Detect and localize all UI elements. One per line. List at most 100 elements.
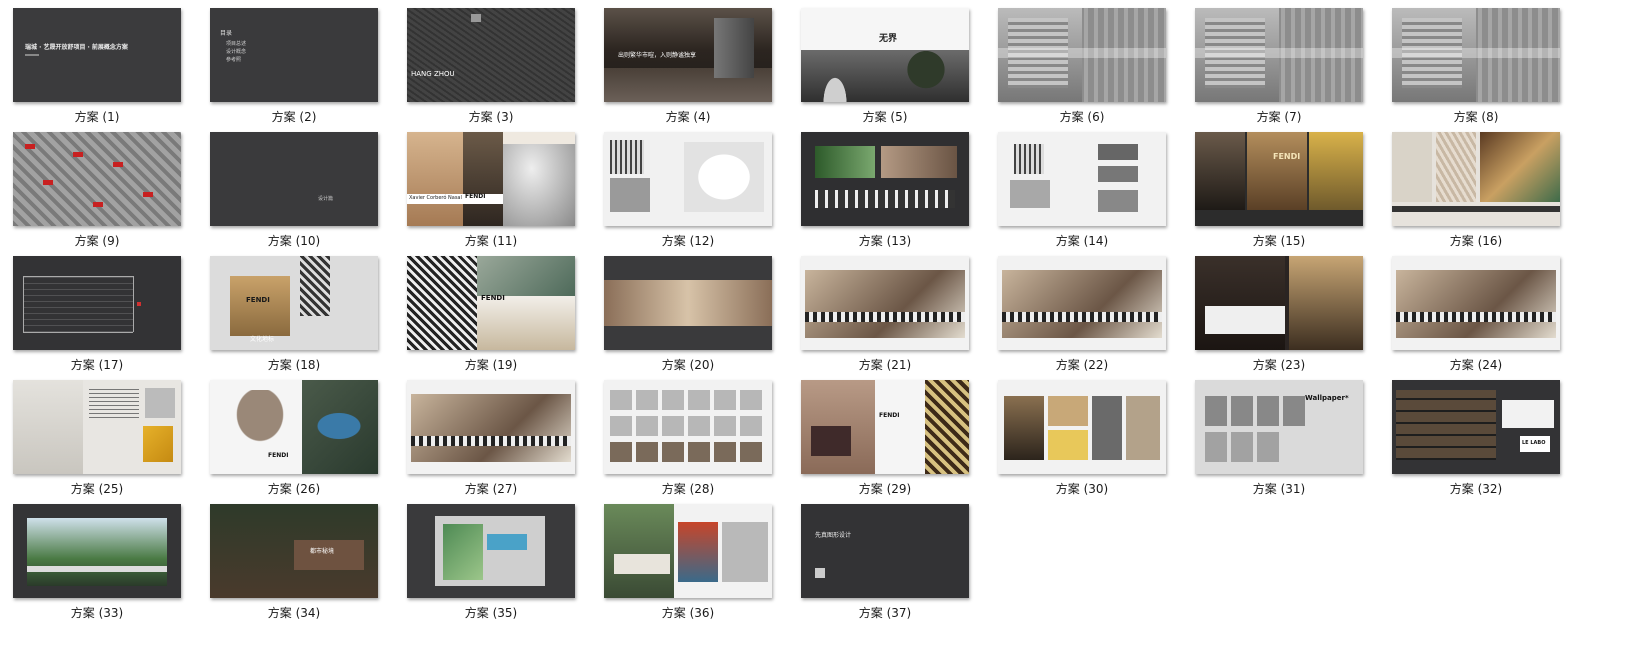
slide-thumbnail-item[interactable]: 设计篇 方案 (10) [197,132,387,254]
slide-thumbnail-item[interactable]: 方案 (7) [1182,8,1372,130]
slide-thumbnail-image[interactable]: 先真图形设计 [801,504,969,598]
thumbnail-caption[interactable]: 方案 (16) [1379,232,1573,249]
slide-thumbnail-item[interactable]: 方案 (27) [394,380,584,502]
thumbnail-caption[interactable]: 方案 (11) [394,232,588,249]
thumbnail-caption[interactable]: 方案 (20) [591,356,785,373]
slide-thumbnail-image[interactable] [13,380,181,474]
slide-thumbnail-image[interactable]: FENDI [210,380,378,474]
slide-thumbnail-image[interactable] [13,504,181,598]
slide-thumbnail-item[interactable]: FENDI 方案 (19) [394,256,584,378]
slide-thumbnail-image[interactable] [604,256,772,350]
thumbnail-caption[interactable]: 方案 (8) [1379,108,1573,125]
thumbnail-caption[interactable]: 方案 (9) [0,232,194,249]
slide-thumbnail-image[interactable]: 设计篇 [210,132,378,226]
slide-thumbnail-image[interactable] [13,132,181,226]
slide-thumbnail-image[interactable] [998,380,1166,474]
slide-thumbnail-item[interactable]: 方案 (35) [394,504,584,626]
slide-thumbnail-item[interactable]: FENDI 文化地标 方案 (18) [197,256,387,378]
thumbnail-caption[interactable]: 方案 (32) [1379,480,1573,497]
slide-thumbnail-item[interactable]: 目录 项目总述 设计概念 参考照 方案 (2) [197,8,387,130]
slide-thumbnail-item[interactable]: 方案 (24) [1379,256,1569,378]
slide-thumbnail-image[interactable]: 瑞城 · 艺晟开放舒项目 · 前展概念方案 [13,8,181,102]
slide-thumbnail-image[interactable]: 目录 项目总述 设计概念 参考照 [210,8,378,102]
thumbnail-caption[interactable]: 方案 (3) [394,108,588,125]
thumbnail-caption[interactable]: 方案 (22) [985,356,1179,373]
thumbnail-caption[interactable]: 方案 (10) [197,232,391,249]
slide-thumbnail-item[interactable]: 方案 (13) [788,132,978,254]
thumbnail-caption[interactable]: 方案 (24) [1379,356,1573,373]
thumbnail-caption[interactable]: 方案 (17) [0,356,194,373]
slide-thumbnail-item[interactable]: 方案 (8) [1379,8,1569,130]
thumbnail-caption[interactable]: 方案 (6) [985,108,1179,125]
slide-thumbnail-item[interactable]: 方案 (6) [985,8,1175,130]
slide-thumbnail-image[interactable] [407,380,575,474]
thumbnail-caption[interactable]: 方案 (28) [591,480,785,497]
slide-thumbnail-item[interactable]: 方案 (9) [0,132,190,254]
slide-thumbnail-image[interactable]: LE LABO [1392,380,1560,474]
slide-thumbnail-image[interactable] [1392,256,1560,350]
thumbnail-caption[interactable]: 方案 (14) [985,232,1179,249]
slide-thumbnail-image[interactable]: 都市秘境 [210,504,378,598]
slide-thumbnail-item[interactable]: 方案 (25) [0,380,190,502]
thumbnail-caption[interactable]: 方案 (12) [591,232,785,249]
slide-thumbnail-image[interactable] [1195,8,1363,102]
thumbnail-caption[interactable]: 方案 (27) [394,480,588,497]
slide-thumbnail-image[interactable] [801,256,969,350]
slide-thumbnail-image[interactable] [1195,256,1363,350]
thumbnail-caption[interactable]: 方案 (21) [788,356,982,373]
slide-thumbnail-item[interactable]: 方案 (36) [591,504,781,626]
slide-thumbnail-item[interactable]: 方案 (12) [591,132,781,254]
slide-thumbnail-item[interactable]: LE LABO 方案 (32) [1379,380,1569,502]
thumbnail-caption[interactable]: 方案 (26) [197,480,391,497]
slide-thumbnail-image[interactable] [1392,132,1560,226]
slide-thumbnail-image[interactable]: 出则繁华市喧，入则静谧独享 [604,8,772,102]
slide-thumbnail-image[interactable] [801,132,969,226]
thumbnail-caption[interactable]: 方案 (15) [1182,232,1376,249]
slide-thumbnail-image[interactable]: Xavier Corberó Nasal FENDI [407,132,575,226]
slide-thumbnail-image[interactable]: FENDI [407,256,575,350]
slide-thumbnail-item[interactable]: 方案 (21) [788,256,978,378]
slide-thumbnail-item[interactable]: FENDI 方案 (29) [788,380,978,502]
thumbnail-caption[interactable]: 方案 (18) [197,356,391,373]
slide-thumbnail-image[interactable]: Wallpaper* [1195,380,1363,474]
thumbnail-caption[interactable]: 方案 (2) [197,108,391,125]
thumbnail-caption[interactable]: 方案 (4) [591,108,785,125]
slide-thumbnail-item[interactable]: 方案 (28) [591,380,781,502]
slide-thumbnail-image[interactable] [604,380,772,474]
thumbnail-caption[interactable]: 方案 (35) [394,604,588,621]
slide-thumbnail-item[interactable]: Wallpaper* 方案 (31) [1182,380,1372,502]
slide-thumbnail-item[interactable]: 都市秘境 方案 (34) [197,504,387,626]
thumbnail-caption[interactable]: 方案 (37) [788,604,982,621]
slide-thumbnail-image[interactable] [604,504,772,598]
slide-thumbnail-image[interactable]: HANG ZHOU [407,8,575,102]
slide-thumbnail-item[interactable]: 出则繁华市喧，入则静谧独享 方案 (4) [591,8,781,130]
thumbnail-caption[interactable]: 方案 (19) [394,356,588,373]
slide-thumbnail-image[interactable] [1392,8,1560,102]
slide-thumbnail-image[interactable] [998,132,1166,226]
slide-thumbnail-image[interactable] [604,132,772,226]
thumbnail-caption[interactable]: 方案 (13) [788,232,982,249]
thumbnail-caption[interactable]: 方案 (29) [788,480,982,497]
slide-thumbnail-image[interactable]: FENDI 文化地标 [210,256,378,350]
thumbnail-caption[interactable]: 方案 (31) [1182,480,1376,497]
slide-thumbnail-item[interactable]: 方案 (22) [985,256,1175,378]
slide-thumbnail-item[interactable]: HANG ZHOU 方案 (3) [394,8,584,130]
thumbnail-caption[interactable]: 方案 (33) [0,604,194,621]
thumbnail-caption[interactable]: 方案 (1) [0,108,194,125]
thumbnail-caption[interactable]: 方案 (5) [788,108,982,125]
slide-thumbnail-item[interactable]: 方案 (20) [591,256,781,378]
slide-thumbnail-item[interactable]: 方案 (30) [985,380,1175,502]
thumbnail-caption[interactable]: 方案 (23) [1182,356,1376,373]
slide-thumbnail-image[interactable] [998,8,1166,102]
slide-thumbnail-image[interactable]: FENDI [1195,132,1363,226]
slide-thumbnail-item[interactable]: FENDI 方案 (26) [197,380,387,502]
slide-thumbnail-item[interactable]: 方案 (16) [1379,132,1569,254]
slide-thumbnail-item[interactable]: 先真图形设计 方案 (37) [788,504,978,626]
slide-thumbnail-item[interactable]: 瑞城 · 艺晟开放舒项目 · 前展概念方案 方案 (1) [0,8,190,130]
slide-thumbnail-item[interactable]: 方案 (23) [1182,256,1372,378]
slide-thumbnail-item[interactable]: FENDI 方案 (15) [1182,132,1372,254]
slide-thumbnail-image[interactable] [13,256,181,350]
slide-thumbnail-image[interactable]: FENDI [801,380,969,474]
thumbnail-caption[interactable]: 方案 (34) [197,604,391,621]
slide-thumbnail-item[interactable]: 方案 (14) [985,132,1175,254]
